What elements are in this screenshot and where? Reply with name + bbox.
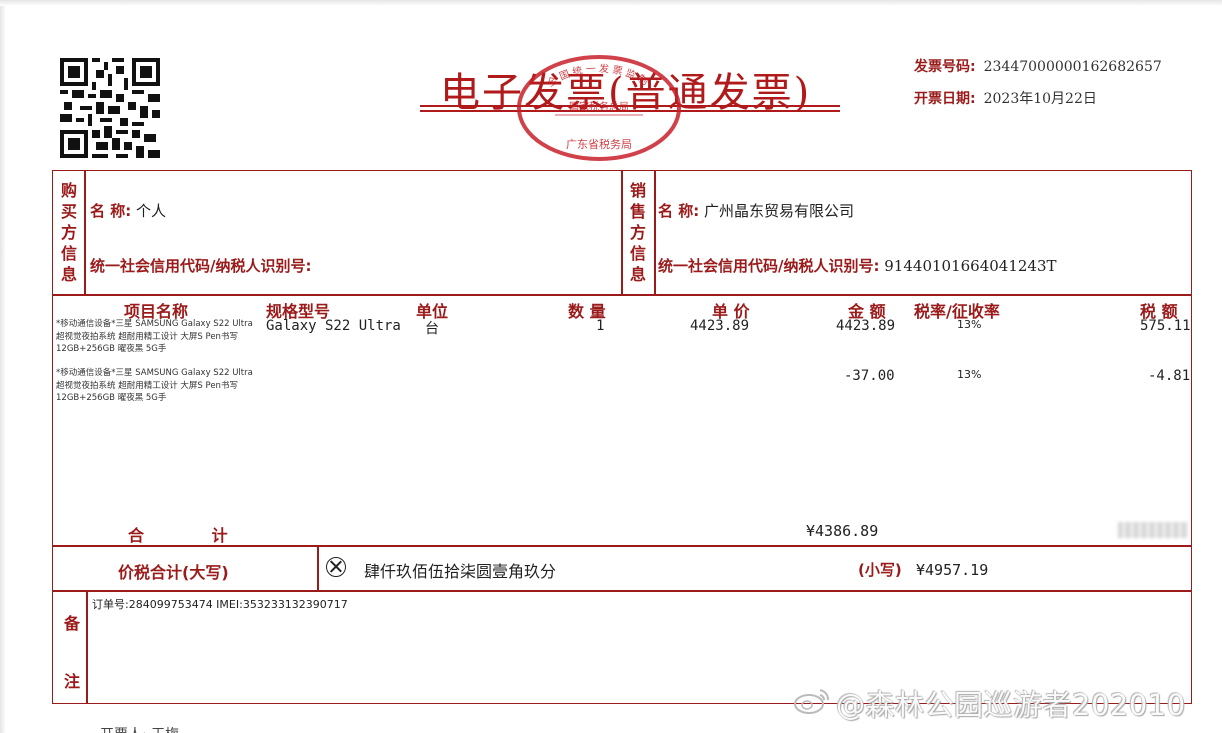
- divider: [654, 170, 656, 294]
- remarks-label-bottom: 注: [64, 672, 81, 691]
- total-tax-redacted: [1118, 522, 1188, 538]
- divider: [84, 170, 86, 294]
- invoice-date-value: 2023年10月22日: [983, 91, 1097, 107]
- buyer-name-label: 名 称:: [90, 202, 132, 220]
- seller-tax-id-row: 统一社会信用代码/纳税人识别号: 91440101664041243T: [658, 255, 1057, 276]
- item-amount: -37.00: [844, 368, 895, 384]
- stamp-top-text: 全国统一发票监制: [545, 62, 651, 90]
- divider: [86, 590, 88, 704]
- item-rate: 13%: [957, 318, 982, 331]
- item-tax: 575.11: [1140, 318, 1191, 334]
- qr-code-icon: [60, 58, 160, 158]
- stamp-middle-text: 国家税务总局: [569, 100, 629, 113]
- issuer-partial: 开票人: 王梅: [100, 724, 179, 733]
- buyer-name-row: 名 称: 个人: [90, 200, 166, 221]
- divider: [52, 294, 1192, 296]
- item-spec: Galaxy S22 Ultra: [266, 318, 401, 334]
- divider: [621, 170, 623, 294]
- buyer-tax-id-label: 统一社会信用代码/纳税人识别号:: [90, 257, 312, 275]
- grand-total-in-words: 肆仟玖佰伍拾柒圆壹角玖分: [364, 562, 557, 581]
- buyer-name: 个人: [136, 202, 167, 220]
- seller-name-label: 名 称:: [658, 202, 700, 220]
- grand-total-small-label: (小写): [858, 561, 902, 579]
- circle-x-icon: [326, 557, 346, 577]
- stamp-bottom-text: 广东省税务局: [566, 137, 632, 151]
- invoice-number: 发票号码: 23447000000162682657: [914, 56, 1162, 76]
- invoice-date: 开票日期: 2023年10月22日: [914, 88, 1097, 108]
- item-name: *移动通信设备*三星 SAMSUNG Galaxy S22 Ultra 超视觉夜…: [56, 319, 253, 354]
- total-label: 合 计: [128, 526, 228, 545]
- seller-tax-id: 91440101664041243T: [884, 257, 1057, 275]
- page-shadow: [0, 0, 1222, 6]
- watermark-text: @森林公园巡游者202010: [836, 688, 1186, 722]
- item-amount: 4423.89: [836, 318, 896, 334]
- invoice-number-value: 23447000000162682657: [983, 59, 1162, 75]
- buyer-tax-id-row: 统一社会信用代码/纳税人识别号:: [90, 255, 311, 276]
- item-price: 4423.89: [690, 318, 750, 334]
- invoice-date-label: 开票日期:: [914, 91, 976, 107]
- remarks-text: 订单号:284099753474 IMEI:353233132390717: [92, 598, 348, 611]
- seller-name: 广州晶东贸易有限公司: [704, 202, 855, 220]
- total-amount: ¥4386.89: [806, 522, 879, 540]
- seller-section-label: 销售方信息: [629, 181, 646, 284]
- grand-total-label: 价税合计(大写): [118, 563, 229, 582]
- remarks-label-top: 备: [64, 614, 81, 633]
- official-seal-stamp: 全国统一发票监制 国家税务总局 广东省税务局: [517, 55, 681, 161]
- invoice-number-label: 发票号码:: [914, 59, 976, 75]
- item-unit: 台: [425, 321, 439, 337]
- grand-total-amount: ¥4957.19: [916, 561, 989, 579]
- item-name: *移动通信设备*三星 SAMSUNG Galaxy S22 Ultra 超视觉夜…: [56, 368, 253, 403]
- item-tax: -4.81: [1148, 368, 1191, 384]
- divider: [317, 545, 319, 590]
- seller-name-row: 名 称: 广州晶东贸易有限公司: [658, 200, 854, 221]
- divider: [52, 590, 1192, 592]
- item-rate: 13%: [957, 368, 982, 381]
- weibo-logo-icon: [794, 689, 829, 714]
- svg-text:全国统一发票监制: 全国统一发票监制: [545, 62, 654, 90]
- item-qty: 1: [596, 318, 605, 334]
- buyer-section-label: 购买方信息: [60, 181, 77, 284]
- page-shadow: [0, 0, 6, 733]
- invoice-page: 电子发票(普通发票) 全国统一发票监制 国家税务总局 广东省税务局 发票号码: 2…: [0, 0, 1222, 733]
- seller-tax-id-label: 统一社会信用代码/纳税人识别号:: [658, 257, 880, 275]
